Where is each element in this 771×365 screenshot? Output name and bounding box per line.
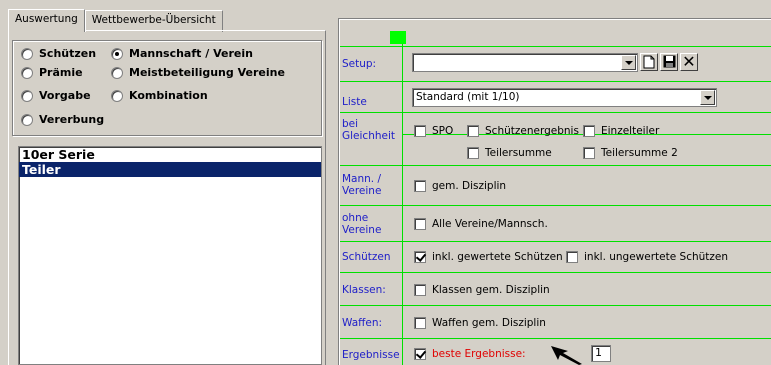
checkbox-teilersumme-2[interactable]: Teilersumme 2	[583, 147, 678, 159]
checkbox-label: inkl. ungewertete Schützen	[584, 251, 729, 263]
divider	[340, 81, 771, 82]
radio-mannschaft-verein[interactable]: Mannschaft / Verein	[111, 47, 253, 60]
radio-vererbung[interactable]: Vererbung	[21, 113, 104, 126]
new-file-button[interactable]	[640, 53, 658, 71]
checkbox-box	[414, 284, 426, 296]
checkbox-label: Teilersumme 2	[601, 147, 678, 159]
checkbox-box	[414, 317, 426, 329]
checkbox-waffen-gem-disziplin[interactable]: Waffen gem. Disziplin	[414, 317, 546, 329]
divider	[340, 165, 771, 166]
checkbox-label: Klassen gem. Disziplin	[432, 284, 550, 296]
chevron-down-icon[interactable]	[700, 90, 715, 105]
checkbox-label: inkl. gewertete Schützen	[432, 251, 563, 263]
divider	[340, 338, 771, 339]
save-icon	[663, 55, 675, 68]
new-file-icon	[643, 55, 655, 69]
list-item[interactable]: 10er Serie	[19, 147, 321, 162]
schuetzen-label: Schützen	[342, 251, 391, 263]
save-button[interactable]	[660, 53, 678, 71]
checkbox-spo[interactable]: SPO	[414, 125, 453, 137]
status-indicator	[390, 31, 406, 44]
divider	[340, 112, 771, 113]
radio-label: Meistbeteiligung Vereine	[129, 66, 285, 79]
radio-label: Vorgabe	[39, 89, 91, 102]
setup-combo[interactable]	[412, 53, 638, 72]
checkbox-box	[414, 125, 426, 137]
checkbox-gewertete-schuetzen[interactable]: inkl. gewertete Schützen	[414, 251, 563, 263]
radio-meistbeteiligung[interactable]: Meistbeteiligung Vereine	[111, 66, 285, 79]
radio-indicator	[111, 66, 123, 79]
mann-vereine-label: Mann. / Vereine	[342, 173, 382, 197]
right-panel: Setup: ✕ Liste Standard (mit 1/10) bei G…	[330, 0, 771, 365]
checkbox-klassen-gem-disziplin[interactable]: Klassen gem. Disziplin	[414, 284, 550, 296]
setup-label: Setup:	[342, 58, 377, 70]
checkbox-box	[414, 180, 426, 192]
checkbox-schuetzenergebnis[interactable]: Schützenergebnis	[467, 125, 579, 137]
radio-label: Schützen	[39, 47, 97, 60]
checkbox-box	[566, 251, 578, 263]
list-item[interactable]: Teiler	[19, 162, 321, 177]
checkbox-box	[414, 348, 426, 360]
close-icon[interactable]: ✕	[680, 53, 698, 71]
checkbox-beste-ergebnisse[interactable]: beste Ergebnisse:	[414, 348, 526, 360]
left-panel: Auswertung Wettbewerbe-Übersicht Schütze…	[0, 0, 330, 365]
checkbox-label: Schützenergebnis	[485, 125, 579, 137]
checkbox-label: gem. Disziplin	[432, 180, 507, 192]
liste-label: Liste	[342, 96, 367, 108]
radio-indicator	[111, 89, 123, 102]
divider	[340, 272, 771, 273]
liste-select[interactable]: Standard (mit 1/10)	[412, 88, 717, 107]
checkbox-label: Teilersumme	[485, 147, 552, 159]
checkbox-teilersumme[interactable]: Teilersumme	[467, 147, 552, 159]
chevron-down-icon[interactable]	[621, 55, 636, 70]
gleichheit-label: bei Gleichheit	[342, 118, 396, 142]
radio-label: Kombination	[129, 89, 208, 102]
checkbox-label: Einzelteiler	[601, 125, 660, 137]
checkbox-label: Waffen gem. Disziplin	[432, 317, 546, 329]
checkbox-box	[414, 218, 426, 230]
radio-label: Prämie	[39, 66, 83, 79]
checkbox-ungewertete-schuetzen[interactable]: inkl. ungewertete Schützen	[566, 251, 728, 263]
divider	[340, 46, 771, 47]
checkbox-gem-disziplin[interactable]: gem. Disziplin	[414, 180, 506, 192]
tab-wettbewerbe-uebersicht[interactable]: Wettbewerbe-Übersicht	[84, 10, 223, 32]
checkbox-label: Alle Vereine/Mannsch.	[432, 218, 548, 230]
pointer-arrow-icon	[551, 346, 582, 365]
tab-auswertung[interactable]: Auswertung	[8, 9, 85, 32]
checkbox-label: SPO	[432, 125, 454, 137]
divider	[340, 205, 771, 206]
radio-indicator	[21, 47, 33, 60]
radio-schuetzen[interactable]: Schützen	[21, 47, 96, 60]
checkbox-box	[467, 125, 479, 137]
discipline-list[interactable]: 10er Serie Teiler	[18, 146, 322, 365]
checkbox-label: beste Ergebnisse:	[432, 348, 526, 360]
ohne-vereine-label: ohne Vereine	[342, 212, 382, 236]
radio-indicator	[111, 47, 123, 60]
best-results-count-input[interactable]: 1	[591, 345, 611, 362]
checkbox-box	[414, 251, 426, 263]
radio-indicator	[21, 66, 33, 79]
divider	[340, 241, 771, 242]
evaluation-type-group: Schützen Mannschaft / Verein Prämie Meis…	[12, 40, 322, 136]
radio-label: Vererbung	[39, 113, 105, 126]
checkbox-box	[583, 147, 595, 159]
radio-indicator	[21, 89, 33, 102]
divider	[340, 305, 771, 306]
ergebnisse-label: Ergebnisse	[342, 349, 400, 361]
liste-value: Standard (mit 1/10)	[416, 91, 520, 103]
radio-kombination[interactable]: Kombination	[111, 89, 208, 102]
checkbox-box	[583, 125, 595, 137]
radio-indicator	[21, 113, 33, 126]
waffen-label: Waffen:	[342, 317, 383, 329]
radio-vorgabe[interactable]: Vorgabe	[21, 89, 91, 102]
radio-praemie[interactable]: Prämie	[21, 66, 83, 79]
checkbox-box	[467, 147, 479, 159]
checkbox-einzelteiler[interactable]: Einzelteiler	[583, 125, 659, 137]
klassen-label: Klassen:	[342, 284, 386, 296]
checkbox-alle-vereine[interactable]: Alle Vereine/Mannsch.	[414, 218, 548, 230]
tab-strip: Auswertung Wettbewerbe-Übersicht	[8, 9, 223, 32]
radio-label: Mannschaft / Verein	[129, 47, 253, 60]
